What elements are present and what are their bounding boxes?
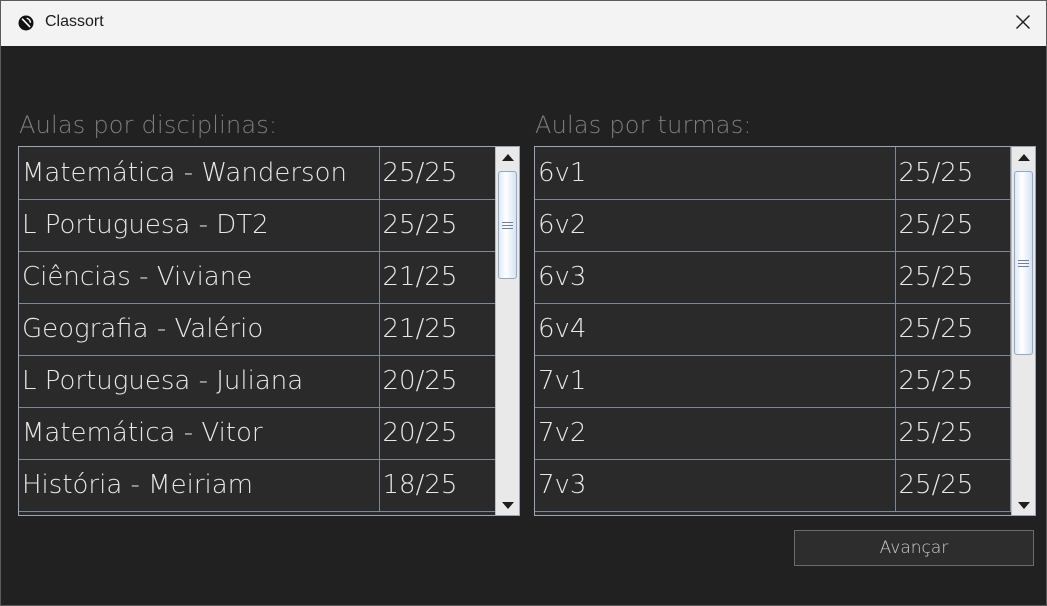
table-row[interactable]: Matemática - Vitor 20/25 xyxy=(19,406,496,460)
row-count-cell[interactable]: 25/25 xyxy=(894,147,1011,200)
row-name-cell[interactable]: Matemática - Vitor xyxy=(19,406,380,460)
disciplines-label: Aulas por disciplinas: xyxy=(19,111,278,139)
row-count-cell[interactable]: 25/25 xyxy=(894,250,1011,304)
disciplines-scrollbar[interactable] xyxy=(495,147,519,515)
scroll-thumb[interactable] xyxy=(498,171,517,279)
table-row[interactable]: Matemática - Wanderson 25/25 xyxy=(19,147,496,200)
row-name-cell[interactable]: 6v4 xyxy=(535,302,896,356)
classes-table[interactable]: 6v1 25/25 6v2 25/25 6v3 25/25 6v4 25/25 7v1 25/25… xyxy=(534,146,1036,516)
window-title: Classort xyxy=(45,13,104,30)
classes-label: Aulas por turmas: xyxy=(535,111,752,139)
arrow-down-icon xyxy=(1017,501,1030,509)
scroll-down-button[interactable] xyxy=(496,495,519,515)
row-name-cell[interactable]: L Portuguesa - Juliana xyxy=(19,354,380,408)
arrow-up-icon xyxy=(501,153,514,161)
row-name-cell[interactable]: L Portuguesa - DT2 xyxy=(19,198,380,252)
row-count-cell[interactable]: 18/25 xyxy=(378,458,496,512)
table-row[interactable]: Geografia - Valério 21/25 xyxy=(19,302,496,356)
row-count-cell[interactable]: 20/25 xyxy=(378,406,496,460)
scroll-up-button[interactable] xyxy=(1012,147,1035,167)
table-row[interactable]: L Portuguesa - DT2 25/25 xyxy=(19,198,496,252)
disciplines-grid: Matemática - Wanderson 25/25 L Portuguesa … xyxy=(19,147,496,512)
row-count-cell[interactable]: 25/25 xyxy=(378,198,496,252)
table-row[interactable]: 6v2 25/25 xyxy=(535,198,1011,252)
disciplines-table[interactable]: Matemática - Wanderson 25/25 L Portuguesa … xyxy=(18,146,520,516)
row-count-cell[interactable]: 21/25 xyxy=(378,302,496,356)
scroll-up-button[interactable] xyxy=(496,147,519,167)
arrow-down-icon xyxy=(501,501,514,509)
row-count-cell[interactable]: 25/25 xyxy=(894,406,1011,460)
close-button[interactable] xyxy=(1000,1,1046,46)
row-count-cell[interactable]: 25/25 xyxy=(894,458,1011,512)
row-count-cell[interactable]: 25/25 xyxy=(894,198,1011,252)
row-name-cell[interactable]: 7v1 xyxy=(535,354,896,408)
table-row[interactable]: L Portuguesa - Juliana 20/25 xyxy=(19,354,496,408)
advance-button[interactable]: Avançar xyxy=(794,530,1034,566)
classes-scrollbar[interactable] xyxy=(1011,147,1035,515)
table-row[interactable]: História - Meiriam 18/25 xyxy=(19,458,496,512)
table-row[interactable]: 7v3 25/25 xyxy=(535,458,1011,512)
table-row[interactable]: 6v3 25/25 xyxy=(535,250,1011,304)
table-row[interactable]: Ciências - Viviane 21/25 xyxy=(19,250,496,304)
arrow-up-icon xyxy=(1017,153,1030,161)
table-row[interactable]: 7v1 25/25 xyxy=(535,354,1011,408)
scroll-down-button[interactable] xyxy=(1012,495,1035,515)
grip-icon xyxy=(502,221,513,229)
row-name-cell[interactable]: Ciências - Viviane xyxy=(19,250,380,304)
row-count-cell[interactable]: 25/25 xyxy=(378,147,496,200)
app-window: Classort Aulas por disciplinas: Matemáti… xyxy=(0,0,1047,606)
table-row[interactable]: 6v1 25/25 xyxy=(535,147,1011,200)
row-name-cell[interactable]: Matemática - Wanderson xyxy=(19,147,380,200)
table-row[interactable]: 7v2 25/25 xyxy=(535,406,1011,460)
row-count-cell[interactable]: 25/25 xyxy=(894,354,1011,408)
row-name-cell[interactable]: 7v2 xyxy=(535,406,896,460)
row-name-cell[interactable]: 7v3 xyxy=(535,458,896,512)
classes-grid: 6v1 25/25 6v2 25/25 6v3 25/25 6v4 25/25 7v1 25/25… xyxy=(535,147,1011,512)
row-name-cell[interactable]: 6v1 xyxy=(535,147,896,200)
classort-logo-icon xyxy=(18,15,34,31)
scroll-thumb[interactable] xyxy=(1014,171,1033,355)
title-bar[interactable]: Classort xyxy=(1,1,1046,46)
close-icon xyxy=(1015,14,1031,34)
row-count-cell[interactable]: 21/25 xyxy=(378,250,496,304)
row-name-cell[interactable]: História - Meiriam xyxy=(19,458,380,512)
row-name-cell[interactable]: 6v3 xyxy=(535,250,896,304)
table-row[interactable]: 6v4 25/25 xyxy=(535,302,1011,356)
row-name-cell[interactable]: Geografia - Valério xyxy=(19,302,380,356)
row-name-cell[interactable]: 6v2 xyxy=(535,198,896,252)
grip-icon xyxy=(1018,259,1029,267)
row-count-cell[interactable]: 20/25 xyxy=(378,354,496,408)
row-count-cell[interactable]: 25/25 xyxy=(894,302,1011,356)
